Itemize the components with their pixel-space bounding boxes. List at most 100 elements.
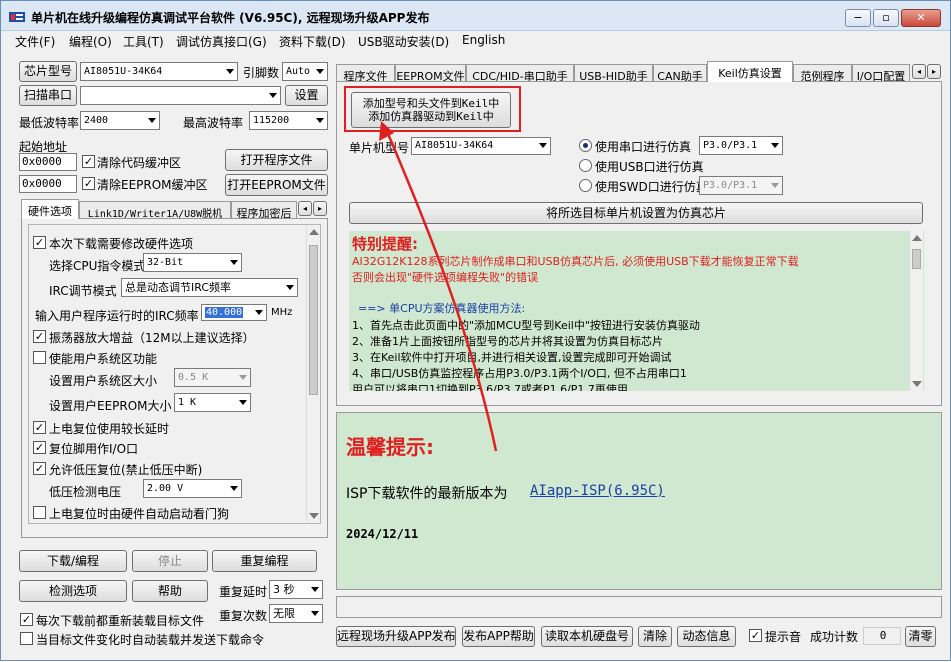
menu-tools[interactable]: 工具(T) xyxy=(123,33,164,50)
modify-hw-checkbox[interactable]: ✓ xyxy=(33,236,46,249)
port-select[interactable] xyxy=(80,86,281,105)
zero-button[interactable]: 清零 xyxy=(905,626,936,647)
restore-button[interactable]: ▫ xyxy=(873,9,899,27)
repeat-delay-select[interactable]: 3 秒 xyxy=(269,580,323,599)
scroll-thumb[interactable] xyxy=(309,245,318,395)
long-reset-checkbox[interactable]: ✓ xyxy=(33,421,46,434)
minimize-button[interactable]: − xyxy=(845,9,871,27)
swd-debug-port-select[interactable]: P3.0/P3.1 xyxy=(699,176,783,195)
tab-scroll-left-icon[interactable]: ◂ xyxy=(912,64,926,79)
long-reset-label: 上电复位使用较长延时 xyxy=(49,422,170,436)
dynamic-info-button[interactable]: 动态信息 xyxy=(677,626,736,647)
tab-program-encrypt[interactable]: 程序加密后 xyxy=(231,201,297,219)
chip-model-select[interactable]: AI8051U-34K64 xyxy=(80,62,238,81)
menu-file[interactable]: 文件(F) xyxy=(15,33,55,50)
publish-help-button[interactable]: 发布APP帮助 xyxy=(462,626,535,647)
check-options-button[interactable]: 检测选项 xyxy=(19,580,127,602)
mcu-model-select[interactable]: AI8051U-34K64 xyxy=(411,137,551,155)
clear-eeprom-checkbox[interactable]: ✓ xyxy=(82,177,95,190)
eeprom-size-select[interactable]: 1 K xyxy=(174,393,251,412)
tab-keil-debug[interactable]: Keil仿真设置 xyxy=(707,61,793,82)
notice-step-1: 1、首先点击此页面中的"添加MCU型号到Keil中"按钮进行安装仿真驱动 xyxy=(352,319,700,332)
sys-area-checkbox[interactable] xyxy=(33,351,46,364)
serial-debug-radio[interactable] xyxy=(579,139,592,152)
pin-count-select[interactable]: Auto xyxy=(282,62,328,81)
max-baud-select[interactable]: 115200 xyxy=(249,111,328,130)
sys-area-size-select[interactable]: 0.5 K xyxy=(174,368,251,387)
beep-checkbox[interactable]: ✓ xyxy=(749,629,762,642)
set-debug-chip-button[interactable]: 将所选目标单片机设置为仿真芯片 xyxy=(349,202,923,224)
scroll-down-icon[interactable] xyxy=(309,513,319,519)
sys-area-label: 使能用户系统区功能 xyxy=(49,352,158,366)
notice-step-2: 2、准备1片上面按钮所指型号的芯片并将其设置为仿真目标芯片 xyxy=(352,335,663,348)
download-button[interactable]: 下载/编程 xyxy=(19,550,127,572)
tab-can[interactable]: CAN助手 xyxy=(653,64,707,82)
help-button[interactable]: 帮助 xyxy=(132,580,208,602)
menu-usb-driver[interactable]: USB驱动安装(D) xyxy=(358,33,449,50)
tab-examples[interactable]: 范例程序 xyxy=(793,64,852,82)
scroll-down-icon[interactable] xyxy=(912,381,922,387)
chevron-down-icon xyxy=(771,142,779,148)
scan-port-button[interactable]: 扫描串口 xyxy=(19,85,77,106)
hw-options-scrollbar[interactable] xyxy=(306,225,320,523)
chevron-down-icon xyxy=(255,309,263,315)
settings-button[interactable]: 设置 xyxy=(285,85,328,106)
tab-scroll-right-icon[interactable]: ▸ xyxy=(927,64,941,79)
tips-date: 2024/12/11 xyxy=(346,527,419,541)
irc-mode-value: 总是动态调节IRC频率 xyxy=(125,281,232,294)
min-baud-select[interactable]: 2400 xyxy=(80,111,160,130)
menu-debug-interface[interactable]: 调试仿真接口(G) xyxy=(176,33,267,50)
tab-offline-writer[interactable]: Link1D/Writer1A/U8W脱机 xyxy=(79,201,231,219)
tab-program-file[interactable]: 程序文件 xyxy=(336,64,395,82)
notice-scrollbar[interactable] xyxy=(909,231,923,391)
tab-io-config[interactable]: I/O口配置 xyxy=(852,64,910,82)
close-button[interactable]: ✕ xyxy=(901,9,941,27)
auto-send-checkbox[interactable] xyxy=(20,632,33,645)
tips-version-link[interactable]: AIapp-ISP(6.95C) xyxy=(530,483,665,499)
chevron-down-icon xyxy=(311,610,319,616)
menu-english[interactable]: English xyxy=(462,33,505,47)
pin-count-value: Auto xyxy=(286,66,311,77)
sys-area-size-label: 设置用户系统区大小 xyxy=(49,374,158,388)
reset-io-checkbox[interactable]: ✓ xyxy=(33,441,46,454)
menu-downloads[interactable]: 资料下载(D) xyxy=(279,33,346,50)
usb-debug-label: 使用USB口进行仿真 xyxy=(595,160,704,174)
swd-debug-radio[interactable] xyxy=(579,179,592,192)
eeprom-address-input[interactable]: 0x0000 xyxy=(19,175,77,193)
reprogram-button[interactable]: 重复编程 xyxy=(212,550,317,572)
open-eeprom-button[interactable]: 打开EEPROM文件 xyxy=(225,174,328,196)
reload-checkbox[interactable]: ✓ xyxy=(20,613,33,626)
cpu-mode-select[interactable]: 32-Bit xyxy=(143,253,242,272)
swd-debug-port-value: P3.0/P3.1 xyxy=(703,180,758,191)
osc-gain-checkbox[interactable]: ✓ xyxy=(33,330,46,343)
tab-usb-hid[interactable]: USB-HID助手 xyxy=(574,64,653,82)
remote-publish-button[interactable]: 远程现场升级APP发布 xyxy=(336,626,456,647)
usb-debug-radio[interactable] xyxy=(579,159,592,172)
scroll-up-icon[interactable] xyxy=(912,235,922,241)
read-disk-button[interactable]: 读取本机硬盘号 xyxy=(541,626,633,647)
lvd-checkbox[interactable]: ✓ xyxy=(33,462,46,475)
clear-button[interactable]: 清除 xyxy=(638,626,672,647)
lvd-voltage-select[interactable]: 2.00 V xyxy=(143,479,242,498)
open-program-button[interactable]: 打开程序文件 xyxy=(225,149,328,171)
notice-step-5: 用户可以将串口1切换到P3.6/P3.7或者P1.6/P1.7再使用 xyxy=(352,383,628,391)
tab-cdc-hid-serial[interactable]: CDC/HID-串口助手 xyxy=(466,64,574,82)
tab-scroll-left-icon[interactable]: ◂ xyxy=(298,201,312,216)
tab-hardware-options[interactable]: 硬件选项 xyxy=(21,199,79,219)
stop-button[interactable]: 停止 xyxy=(132,550,208,572)
clear-code-checkbox[interactable]: ✓ xyxy=(82,155,95,168)
scroll-up-icon[interactable] xyxy=(309,229,319,235)
lvd-label: 允许低压复位(禁止低压中断) xyxy=(49,463,203,477)
tab-scroll-right-icon[interactable]: ▸ xyxy=(313,201,327,216)
notice-red-line-1: AI32G12K128系列芯片制作成串口和USB仿真芯片后, 必须使用USB下载… xyxy=(352,255,799,268)
code-address-input[interactable]: 0x0000 xyxy=(19,153,77,171)
serial-debug-port-select[interactable]: P3.0/P3.1 xyxy=(699,136,783,155)
chip-model-button[interactable]: 芯片型号 xyxy=(19,61,77,82)
watchdog-checkbox[interactable] xyxy=(33,506,46,519)
tab-eeprom-file[interactable]: EEPROM文件 xyxy=(395,64,466,82)
irc-freq-input[interactable]: 40.000 xyxy=(201,304,267,321)
irc-mode-select[interactable]: 总是动态调节IRC频率 xyxy=(121,278,298,297)
repeat-count-select[interactable]: 无限 xyxy=(269,604,323,623)
menu-program[interactable]: 编程(O) xyxy=(69,33,112,50)
scroll-thumb[interactable] xyxy=(912,249,921,269)
